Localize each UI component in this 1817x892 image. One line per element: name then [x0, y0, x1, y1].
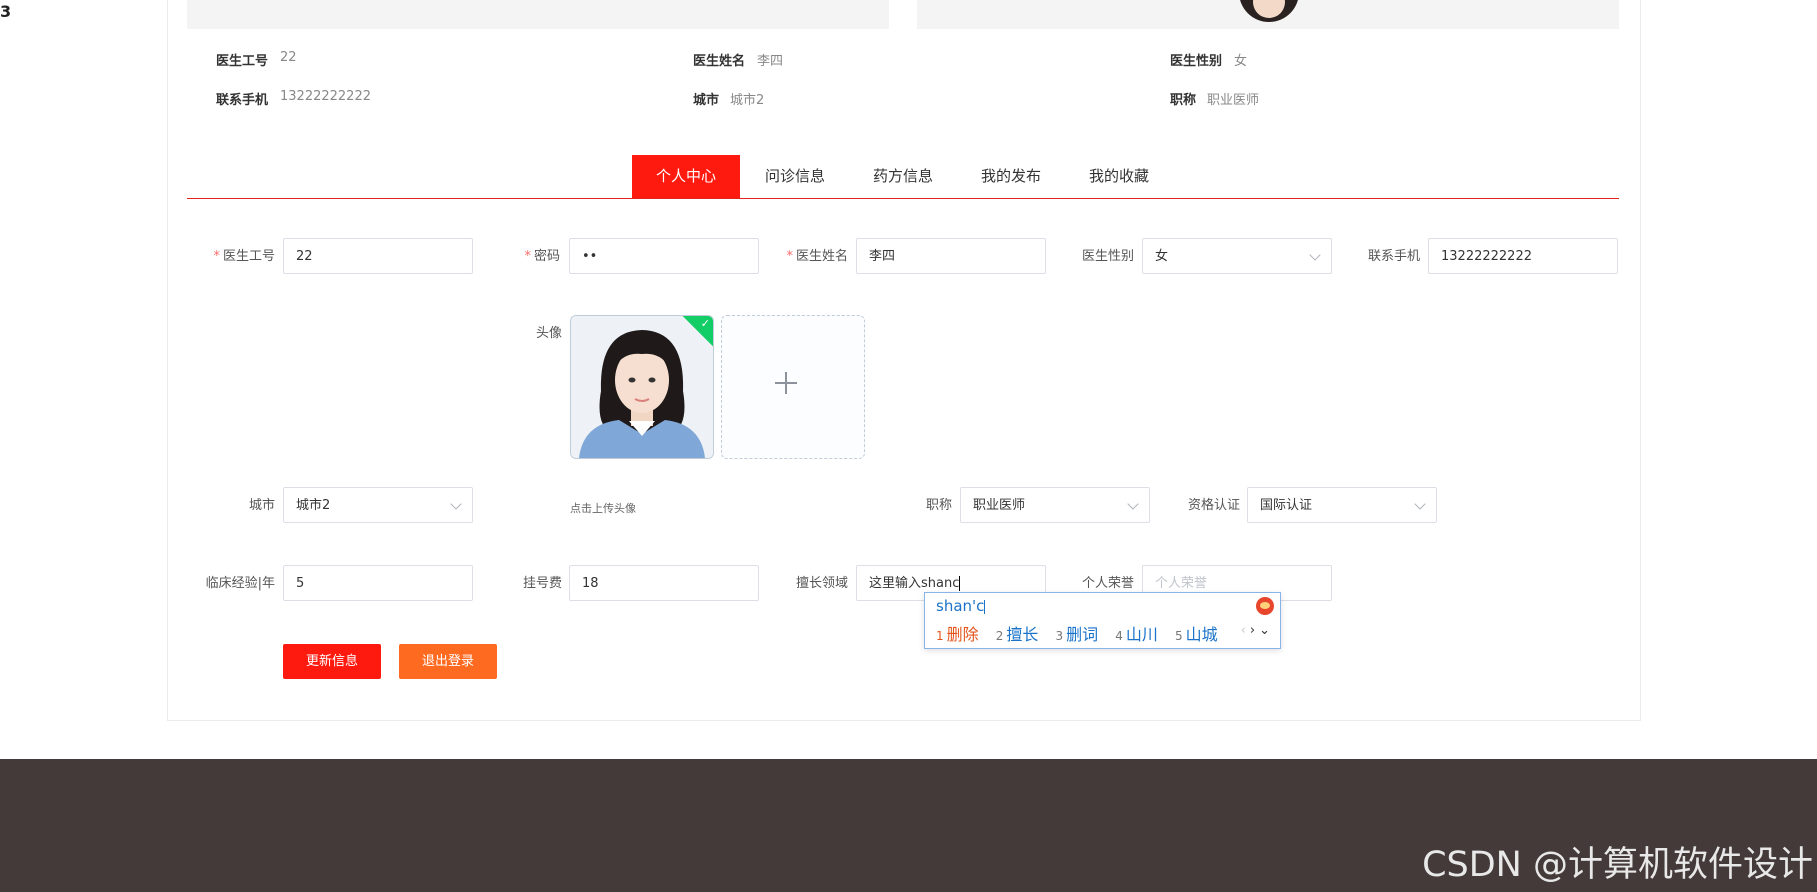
doctor-id-input[interactable]: 22	[283, 238, 473, 274]
title-select-value: 职业医师	[973, 498, 1026, 513]
avatar-label: 头像	[535, 326, 562, 341]
qualification-label: 资格认证	[1187, 498, 1240, 513]
info-label-phone: 联系手机	[216, 93, 269, 108]
chevron-left-icon[interactable]: ‹	[1241, 623, 1250, 638]
info-value-city: 城市2	[730, 93, 765, 108]
tabs-underline	[187, 198, 1619, 199]
chevron-down-icon	[1309, 249, 1321, 261]
chevron-down-icon	[450, 498, 462, 510]
banner-left	[187, 0, 889, 29]
fee-label: 挂号费	[522, 576, 562, 591]
chevron-right-icon[interactable]: ›	[1250, 623, 1259, 638]
check-icon: ✓	[700, 317, 710, 330]
city-label: 城市	[248, 498, 275, 513]
portrait-image	[571, 316, 713, 458]
fee-input[interactable]: 18	[569, 565, 759, 601]
profile-card	[167, 0, 1641, 721]
stray-character: 3	[0, 2, 12, 21]
tab-prescription[interactable]: 药方信息	[856, 155, 950, 198]
specialty-input-value: 这里输入shanc	[869, 576, 960, 591]
password-label: * 密码	[524, 249, 560, 264]
name-label: * 医生姓名	[786, 249, 848, 264]
logout-button[interactable]: 退出登录	[399, 644, 497, 679]
title-select[interactable]: 职业医师	[960, 487, 1150, 523]
avatar-photo[interactable]: ✓	[570, 315, 714, 459]
info-value-title: 职业医师	[1207, 93, 1260, 108]
city-select-value: 城市2	[296, 498, 331, 513]
ime-candidate[interactable]: 3 删词	[1056, 625, 1099, 644]
avatar-upload-hint: 点击上传头像	[570, 502, 636, 515]
info-value-phone: 13222222222	[280, 89, 371, 104]
password-input[interactable]: ••	[569, 238, 759, 274]
update-info-button[interactable]: 更新信息	[283, 644, 381, 679]
phone-input[interactable]: 13222222222	[1428, 238, 1618, 274]
ime-candidate[interactable]: 4 山川	[1115, 625, 1158, 644]
experience-input[interactable]: 5	[283, 565, 473, 601]
chevron-down-icon	[1127, 498, 1139, 510]
info-value-gender: 女	[1234, 54, 1248, 69]
ime-page-nav: ‹›⌄	[1241, 623, 1274, 638]
qualification-select-value: 国际认证	[1260, 498, 1313, 513]
ime-candidate[interactable]: 2 擅长	[996, 625, 1039, 644]
info-label-city: 城市	[693, 93, 720, 108]
info-label-id: 医生工号	[216, 54, 269, 69]
watermark: CSDN @计算机软件设计	[1422, 845, 1813, 885]
info-label-name: 医生姓名	[693, 54, 746, 69]
experience-label: 临床经验|年	[205, 576, 275, 591]
ime-logo-icon	[1256, 597, 1274, 615]
info-value-name: 李四	[757, 54, 784, 69]
doctor-id-label: * 医生工号	[213, 249, 275, 264]
tab-my-posts[interactable]: 我的发布	[964, 155, 1058, 198]
gender-label: 医生性别	[1081, 249, 1134, 264]
gender-select-value: 女	[1155, 249, 1169, 264]
ime-candidates: 1 删除 2 擅长 3 删词 4 山川 5 山城	[936, 621, 1230, 645]
text-cursor	[959, 576, 961, 591]
plus-icon-vertical	[785, 372, 787, 394]
ime-candidate[interactable]: 1 删除	[936, 625, 979, 644]
gender-select[interactable]: 女	[1142, 238, 1332, 274]
tab-consultation[interactable]: 问诊信息	[748, 155, 842, 198]
tab-my-favorites[interactable]: 我的收藏	[1072, 155, 1166, 198]
title-label: 职称	[925, 498, 952, 513]
chevron-down-icon[interactable]: ⌄	[1259, 623, 1274, 638]
ime-candidate[interactable]: 5 山城	[1175, 625, 1218, 644]
phone-label: 联系手机	[1367, 249, 1420, 264]
ime-composition: shan'c	[936, 597, 986, 615]
info-value-id: 22	[280, 50, 297, 65]
chevron-down-icon	[1414, 498, 1426, 510]
info-label-gender: 医生性别	[1170, 54, 1223, 69]
qualification-select[interactable]: 国际认证	[1247, 487, 1437, 523]
info-label-title: 职称	[1170, 93, 1197, 108]
avatar-upload-button[interactable]	[721, 315, 865, 459]
ime-candidate-window: shan'c 1 删除 2 擅长 3 删词 4 山川 5 山城 ‹›⌄	[924, 592, 1281, 649]
tab-personal-center[interactable]: 个人中心	[632, 155, 740, 198]
specialty-label: 擅长领域	[795, 576, 848, 591]
city-select[interactable]: 城市2	[283, 487, 473, 523]
name-input[interactable]: 李四	[856, 238, 1046, 274]
